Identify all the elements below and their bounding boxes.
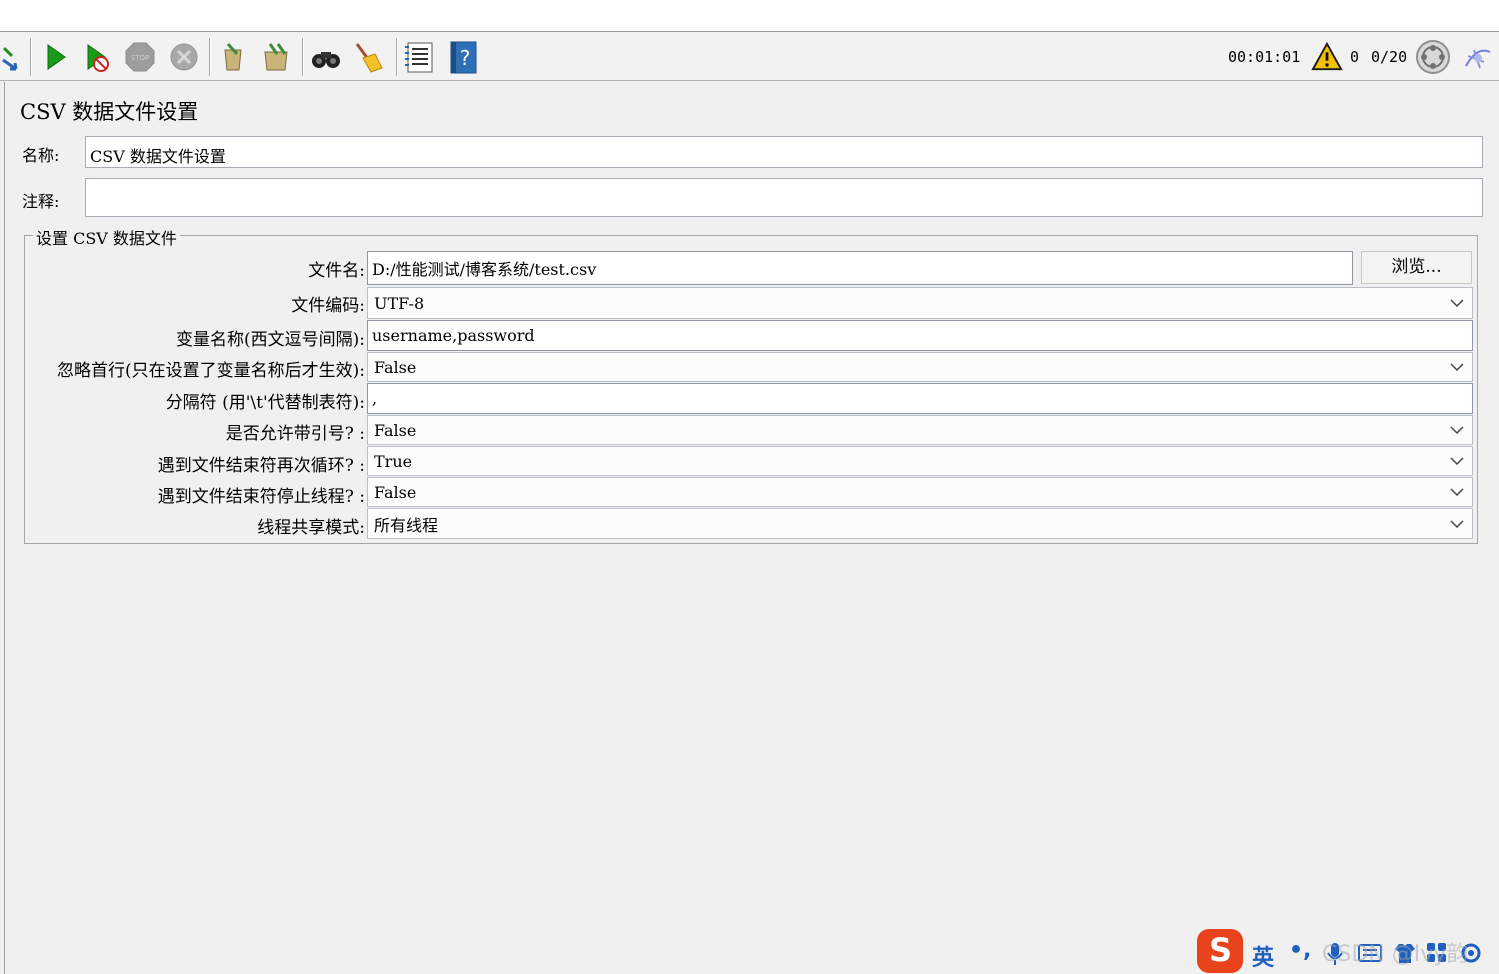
remote-clear-icon[interactable] xyxy=(215,40,249,74)
variable-names-input[interactable]: username,password xyxy=(367,320,1473,351)
clear-all-icon[interactable] xyxy=(0,40,34,74)
start-no-pause-icon[interactable] xyxy=(81,40,115,74)
delimiter-input[interactable]: , xyxy=(367,383,1473,414)
toolbar-separator xyxy=(209,38,211,76)
watermark: CSDN @Ivy韵 xyxy=(1322,942,1469,967)
stop-thread-eof-select[interactable]: False xyxy=(367,477,1473,507)
chevron-down-icon xyxy=(1450,363,1464,372)
search-icon[interactable] xyxy=(309,40,343,74)
recycle-eof-label: 遇到文件结束符再次循环? : xyxy=(157,456,365,476)
comment-field[interactable] xyxy=(85,178,1483,217)
allow-quoted-select[interactable]: False xyxy=(367,415,1473,445)
delimiter-value: , xyxy=(372,389,378,408)
ime-punct-toggle[interactable]: •, xyxy=(1289,938,1311,963)
remote-clear-all-icon[interactable] xyxy=(259,40,293,74)
start-icon[interactable] xyxy=(39,40,73,74)
warning-icon[interactable] xyxy=(1311,41,1343,73)
chevron-down-icon xyxy=(1450,457,1464,466)
window-top-strip xyxy=(0,0,1499,32)
chevron-down-icon xyxy=(1450,426,1464,435)
name-field[interactable]: CSV 数据文件设置 xyxy=(85,136,1483,168)
shutdown-icon[interactable] xyxy=(167,40,201,74)
sogou-logo-icon[interactable]: S xyxy=(1197,929,1243,973)
stop-icon[interactable]: STOP xyxy=(123,40,157,74)
warning-count: 0 xyxy=(1350,48,1360,66)
filename-label: 文件名: xyxy=(308,261,365,281)
allow-quoted-value: False xyxy=(374,420,417,440)
svg-text:?: ? xyxy=(460,46,471,70)
encoding-select[interactable]: UTF-8 xyxy=(367,287,1473,319)
stop-thread-eof-value: False xyxy=(374,482,417,502)
status-indicator-icon xyxy=(1416,40,1450,74)
variable-names-value: username,password xyxy=(372,326,535,345)
variable-names-label: 变量名称(西文逗号间隔): xyxy=(176,330,365,350)
sharing-mode-label: 线程共享模式: xyxy=(257,518,365,538)
chevron-down-icon xyxy=(1450,519,1464,528)
filename-input[interactable]: D:/性能测试/博客系统/test.csv xyxy=(367,251,1353,285)
chevron-down-icon xyxy=(1450,299,1464,308)
sharing-mode-select[interactable]: 所有线程 xyxy=(367,508,1473,539)
encoding-value: UTF-8 xyxy=(374,293,425,313)
elapsed-time: 00:01:01 xyxy=(1228,48,1301,66)
function-helper-icon[interactable] xyxy=(402,40,436,74)
encoding-label: 文件编码: xyxy=(291,296,365,316)
svg-text:STOP: STOP xyxy=(131,54,149,62)
browse-button[interactable]: 浏览... xyxy=(1361,251,1472,284)
recycle-eof-value: True xyxy=(374,451,413,471)
toolbar: STOP ? 00:01:01 0 0/20 xyxy=(0,32,1499,81)
allow-quoted-label: 是否允许带引号? : xyxy=(225,424,365,444)
clear-icon[interactable] xyxy=(351,40,385,74)
log-viewer-icon[interactable] xyxy=(1460,40,1494,74)
thread-count: 0/20 xyxy=(1371,48,1408,66)
ignore-first-line-select[interactable]: False xyxy=(367,352,1473,382)
ime-mode-toggle[interactable]: 英 xyxy=(1252,940,1274,972)
comment-label: 注释: xyxy=(22,192,60,211)
toolbar-separator xyxy=(30,38,32,76)
name-label: 名称: xyxy=(22,146,60,165)
toolbar-separator xyxy=(396,38,398,76)
ime-toolbar: S 英 •, CSDN @Ivy韵 xyxy=(1197,928,1499,974)
chevron-down-icon xyxy=(1450,488,1464,497)
delimiter-label: 分隔符 (用'\t'代替制表符): xyxy=(165,393,365,413)
stop-thread-eof-label: 遇到文件结束符停止线程? : xyxy=(157,487,365,507)
ignore-first-line-value: False xyxy=(374,357,417,377)
recycle-eof-select[interactable]: True xyxy=(367,446,1473,476)
page-title: CSV 数据文件设置 xyxy=(20,100,199,124)
help-icon[interactable]: ? xyxy=(446,40,480,74)
ime-logo-letter: S xyxy=(1209,931,1233,969)
filename-value: D:/性能测试/博客系统/test.csv xyxy=(372,260,597,279)
ignore-first-line-label: 忽略首行(只在设置了变量名称后才生效): xyxy=(57,361,365,381)
group-legend: 设置 CSV 数据文件 xyxy=(33,225,180,249)
sharing-mode-value: 所有线程 xyxy=(374,515,439,535)
toolbar-separator xyxy=(302,38,304,76)
